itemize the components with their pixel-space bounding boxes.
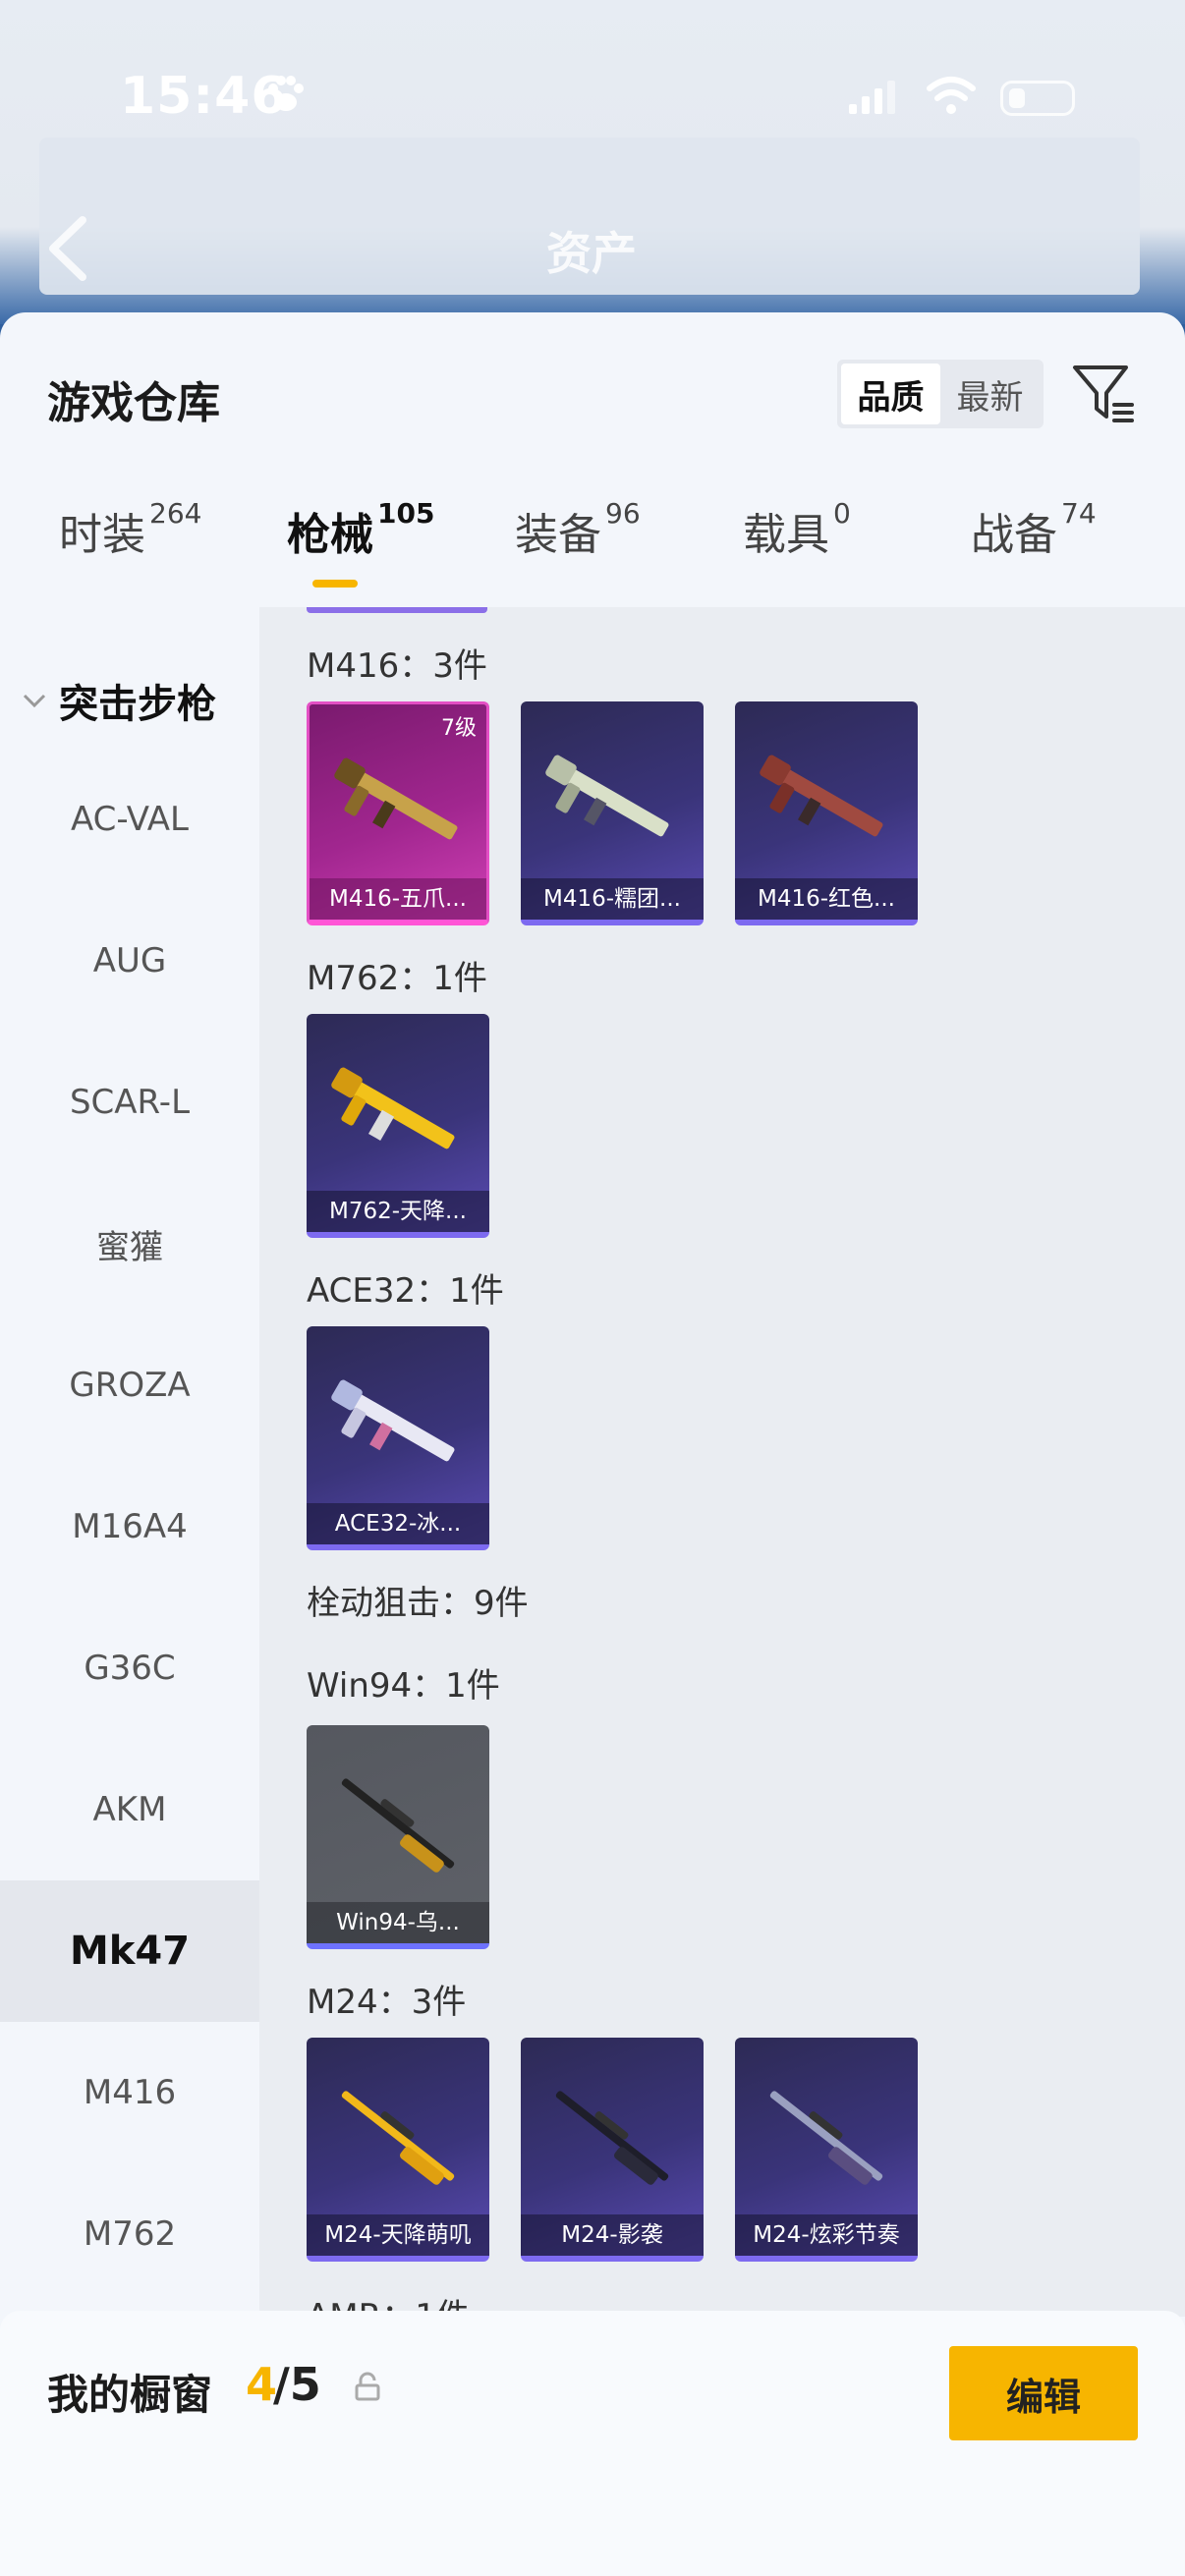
weapon-name: M416-红色... <box>735 878 918 920</box>
weapon-card[interactable]: 7级 M416-五爪... <box>307 701 489 925</box>
weapon-card[interactable]: M24-影袭 <box>521 2038 704 2262</box>
weapon-card[interactable]: M24-炫彩节奏 <box>735 2038 918 2262</box>
showcase-title: 我的橱窗 <box>47 2371 213 2419</box>
game-warehouse-sheet: 游戏仓库 品质 最新 时装 264 枪械 105 装备 96 载具 0 战备 74 突击步… <box>0 312 1185 2576</box>
rifle-icon <box>769 2091 883 2185</box>
category-item[interactable]: AUG <box>0 890 259 1032</box>
rifle-icon <box>545 755 669 837</box>
category-item[interactable]: M16A4 <box>0 1456 259 1597</box>
rifle-icon <box>555 2091 669 2185</box>
battery-icon <box>1000 81 1075 116</box>
weapon-card[interactable]: M416-红色... <box>735 701 918 925</box>
signal-icon <box>849 81 895 114</box>
weapon-name: M416-糯团... <box>521 878 704 920</box>
weapon-name: M416-五爪... <box>310 878 486 920</box>
category-item[interactable]: AKM <box>0 1739 259 1880</box>
tab-weapons[interactable]: 枪械 105 <box>287 497 434 562</box>
category-item[interactable]: SCAR-L <box>0 1032 259 1173</box>
tab-outfits[interactable]: 时装 264 <box>59 497 201 562</box>
category-group-assault-rifle[interactable]: 突击步枪 <box>0 656 259 745</box>
weapon-name: M762-天降... <box>307 1191 489 1232</box>
tab-gear[interactable]: 战备 74 <box>971 497 1097 562</box>
rifle-icon <box>341 2091 455 2185</box>
sort-toggle: 品质 最新 <box>837 360 1044 428</box>
weapon-card[interactable]: Win94-乌... <box>307 1725 489 1949</box>
group-header: M416：3件 <box>307 646 487 686</box>
background-header: 15:46 资产 <box>0 0 1185 324</box>
sort-newest-button[interactable]: 最新 <box>940 364 1040 424</box>
weapon-card[interactable]: M762-天降... <box>307 1014 489 1238</box>
group-header: Win94：1件 <box>307 1666 500 1706</box>
weapon-name: M24-炫彩节奏 <box>735 2214 918 2256</box>
level-badge: 7级 <box>441 716 477 741</box>
weapon-card[interactable]: ACE32-冰... <box>307 1326 489 1550</box>
filter-icon[interactable] <box>1071 362 1136 426</box>
weapon-name: ACE32-冰... <box>307 1503 489 1544</box>
rifle-icon <box>334 757 458 840</box>
previous-card-edge <box>307 607 487 613</box>
group-header: 栓动狙击：9件 <box>307 1584 529 1623</box>
paw-icon <box>268 76 304 111</box>
status-time: 15:46 <box>120 67 288 126</box>
rifle-icon <box>331 1379 455 1462</box>
category-item[interactable]: G36C <box>0 1597 259 1739</box>
wifi-icon <box>927 77 976 114</box>
group-header: M762：1件 <box>307 959 487 998</box>
tab-vehicles[interactable]: 载具 0 <box>743 497 851 562</box>
background-page-title: 资产 <box>546 227 637 280</box>
sheet-title: 游戏仓库 <box>47 378 220 428</box>
weapon-card[interactable]: M24-天降萌叽 <box>307 2038 489 2262</box>
weapon-name: Win94-乌... <box>307 1902 489 1943</box>
group-header: M24：3件 <box>307 1983 467 2022</box>
edit-button[interactable]: 编辑 <box>949 2346 1138 2440</box>
sort-quality-button[interactable]: 品质 <box>841 364 940 424</box>
back-arrow-icon[interactable] <box>43 214 92 283</box>
category-item[interactable]: AC-VAL <box>0 749 259 890</box>
weapon-grid: M416：3件 7级 M416-五爪... M416-糯团... M416-红色… <box>259 607 1185 2317</box>
weapon-name: M24-天降萌叽 <box>307 2214 489 2256</box>
category-group-label: 突击步枪 <box>59 682 216 727</box>
showcase-max: /5 <box>273 2358 321 2411</box>
group-header: ACE32：1件 <box>307 1271 504 1311</box>
category-item[interactable]: M762 <box>0 2163 259 2305</box>
status-bar: 15:46 <box>0 59 1185 138</box>
weapon-name: M24-影袭 <box>521 2214 704 2256</box>
tab-equipment[interactable]: 装备 96 <box>515 497 641 562</box>
rifle-icon <box>341 1778 455 1873</box>
showcase-bar: 我的橱窗 4 /5 编辑 <box>0 2311 1185 2576</box>
weapon-category-list: 突击步枪 AC-VAL AUG SCAR-L 蜜獾 GROZA M16A4 G3… <box>0 607 259 2576</box>
chevron-down-icon <box>23 694 46 708</box>
category-tabs: 时装 264 枪械 105 装备 96 载具 0 战备 74 <box>0 497 1185 597</box>
lock-icon <box>355 2372 380 2401</box>
weapon-card[interactable]: M416-糯团... <box>521 701 704 925</box>
category-item[interactable]: GROZA <box>0 1315 259 1456</box>
category-item[interactable]: M416 <box>0 2022 259 2163</box>
category-item[interactable]: 蜜獾 <box>0 1173 259 1315</box>
rifle-icon <box>760 755 883 837</box>
active-tab-indicator <box>312 580 358 588</box>
category-item-active[interactable]: Mk47 <box>0 1880 259 2022</box>
rifle-icon <box>331 1067 455 1149</box>
